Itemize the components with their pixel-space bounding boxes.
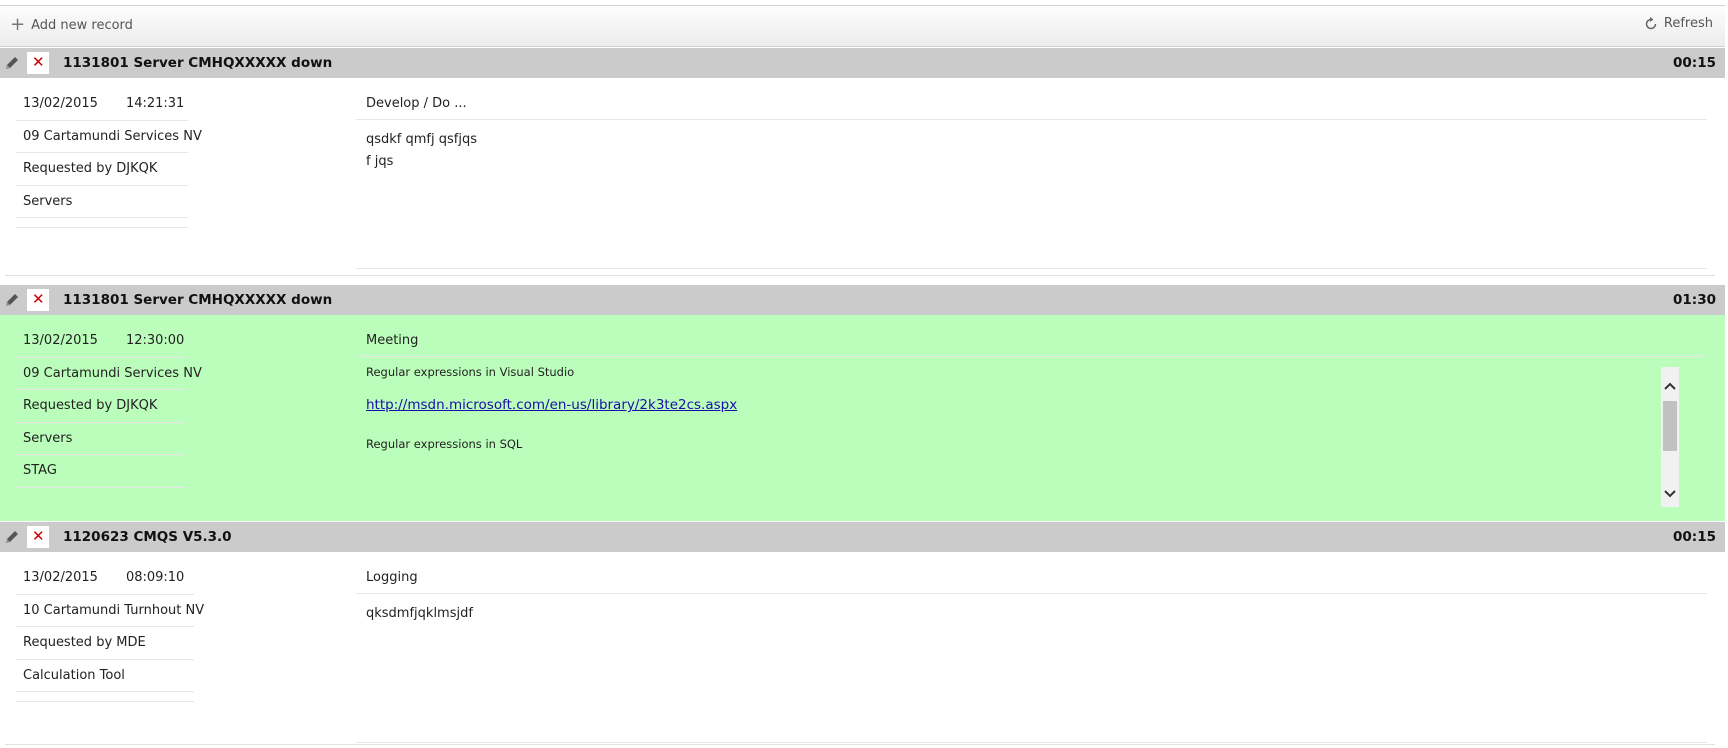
description-scrollbar[interactable] xyxy=(1661,367,1679,507)
divider xyxy=(5,744,1715,745)
record-item: ✕ 1131801 Server CMHQXXXXX down 00:15 13… xyxy=(0,48,1725,284)
record-requested-by: Requested by DJKQK xyxy=(16,390,188,423)
record-title: 1131801 Server CMHQXXXXX down xyxy=(63,292,333,308)
record-title: 1120623 CMQS V5.3.0 xyxy=(63,529,232,545)
note-line: Regular expressions in SQL xyxy=(366,437,523,451)
record-date: 13/02/2015 xyxy=(23,570,98,586)
record-group: Servers xyxy=(16,186,188,218)
record-meta: 13/02/2015 12:30:00 09 Cartamundi Servic… xyxy=(16,325,202,488)
description-line: f jqs xyxy=(366,154,394,169)
record-datetime: 13/02/2015 14:21:31 xyxy=(16,88,188,121)
record-category: Logging xyxy=(356,562,1707,594)
record-duration: 01:30 xyxy=(1673,292,1716,308)
record-description: qksdmfjqklmsjdf xyxy=(356,594,1707,625)
record-duration: 00:15 xyxy=(1673,55,1716,71)
record-header: ✕ 1131801 Server CMHQXXXXX down 01:30 xyxy=(0,285,1725,315)
pencil-icon[interactable] xyxy=(4,529,20,545)
refresh-icon xyxy=(1645,16,1657,29)
refresh-label: Refresh xyxy=(1663,16,1713,31)
record-rich-description: Regular expressions in Visual Studio htt… xyxy=(356,357,1707,451)
record-date: 13/02/2015 xyxy=(23,96,98,112)
delete-button[interactable]: ✕ xyxy=(27,526,49,548)
record-datetime: 13/02/2015 12:30:00 xyxy=(16,325,188,358)
description-line: qsdkf qmfj qsfjqs xyxy=(366,132,477,147)
meta-spacer xyxy=(16,692,194,702)
record-header: ✕ 1120623 CMQS V5.3.0 00:15 xyxy=(0,522,1725,552)
record-time: 12:30:00 xyxy=(125,333,185,349)
record-tag: STAG xyxy=(16,455,188,488)
record-detail: Logging qksdmfjqklmsjdf xyxy=(356,562,1707,748)
note-line: Regular expressions in Visual Studio xyxy=(366,365,575,379)
add-new-record-label: Add new record xyxy=(31,17,133,33)
record-item: ✕ 1131801 Server CMHQXXXXX down 01:30 13… xyxy=(0,285,1725,521)
reference-link[interactable]: http://msdn.microsoft.com/en-us/library/… xyxy=(366,397,737,413)
record-body: 13/02/2015 14:21:31 09 Cartamundi Servic… xyxy=(0,78,1725,284)
chevron-down-icon[interactable] xyxy=(1661,485,1679,503)
record-body: 13/02/2015 08:09:10 10 Cartamundi Turnho… xyxy=(0,552,1725,748)
pencil-icon[interactable] xyxy=(4,55,20,71)
time-log-page: + Add new record Refresh ✕ 1131801 Serve… xyxy=(0,0,1728,748)
record-detail: Develop / Do ... qsdkf qmfj qsfjqs f jqs xyxy=(356,88,1707,278)
scrollbar-thumb[interactable] xyxy=(1663,401,1677,451)
record-detail: Meeting Regular expressions in Visual St… xyxy=(356,325,1707,515)
record-item: ✕ 1120623 CMQS V5.3.0 00:15 13/02/2015 0… xyxy=(0,522,1725,748)
toolbar: + Add new record Refresh xyxy=(0,5,1725,47)
record-company: 09 Cartamundi Services NV xyxy=(16,121,202,153)
record-time: 14:21:31 xyxy=(125,96,185,112)
close-icon: ✕ xyxy=(32,53,45,71)
record-requested-by: Requested by MDE xyxy=(16,627,194,660)
add-new-record-button[interactable]: + Add new record xyxy=(10,16,133,34)
record-company: 09 Cartamundi Services NV xyxy=(16,358,202,390)
pencil-icon[interactable] xyxy=(4,292,20,308)
record-datetime: 13/02/2015 08:09:10 xyxy=(16,562,194,595)
close-icon: ✕ xyxy=(32,527,45,545)
close-icon: ✕ xyxy=(32,290,45,308)
record-group: Calculation Tool xyxy=(16,660,194,692)
record-category: Meeting xyxy=(356,325,1707,357)
plus-icon: + xyxy=(10,14,26,35)
description-line: qksdmfjqklmsjdf xyxy=(366,606,473,621)
record-time: 08:09:10 xyxy=(125,570,185,586)
record-meta: 13/02/2015 08:09:10 10 Cartamundi Turnho… xyxy=(16,562,204,702)
record-group: Servers xyxy=(16,423,188,455)
record-date: 13/02/2015 xyxy=(23,333,98,349)
delete-button[interactable]: ✕ xyxy=(27,289,49,311)
record-category: Develop / Do ... xyxy=(356,88,1707,120)
record-meta: 13/02/2015 14:21:31 09 Cartamundi Servic… xyxy=(16,88,202,228)
record-company: 10 Cartamundi Turnhout NV xyxy=(16,595,204,627)
divider xyxy=(356,268,1707,269)
record-title: 1131801 Server CMHQXXXXX down xyxy=(63,55,333,71)
record-body: 13/02/2015 12:30:00 09 Cartamundi Servic… xyxy=(0,315,1725,521)
divider xyxy=(5,275,1715,276)
meta-spacer xyxy=(16,218,188,228)
delete-button[interactable]: ✕ xyxy=(27,52,49,74)
record-requested-by: Requested by DJKQK xyxy=(16,153,188,186)
chevron-up-icon[interactable] xyxy=(1661,377,1679,395)
record-duration: 00:15 xyxy=(1673,529,1716,545)
refresh-button[interactable]: Refresh xyxy=(1644,16,1713,31)
record-description: qsdkf qmfj qsfjqs f jqs xyxy=(356,120,1707,173)
divider xyxy=(356,742,1707,743)
record-header: ✕ 1131801 Server CMHQXXXXX down 00:15 xyxy=(0,48,1725,78)
